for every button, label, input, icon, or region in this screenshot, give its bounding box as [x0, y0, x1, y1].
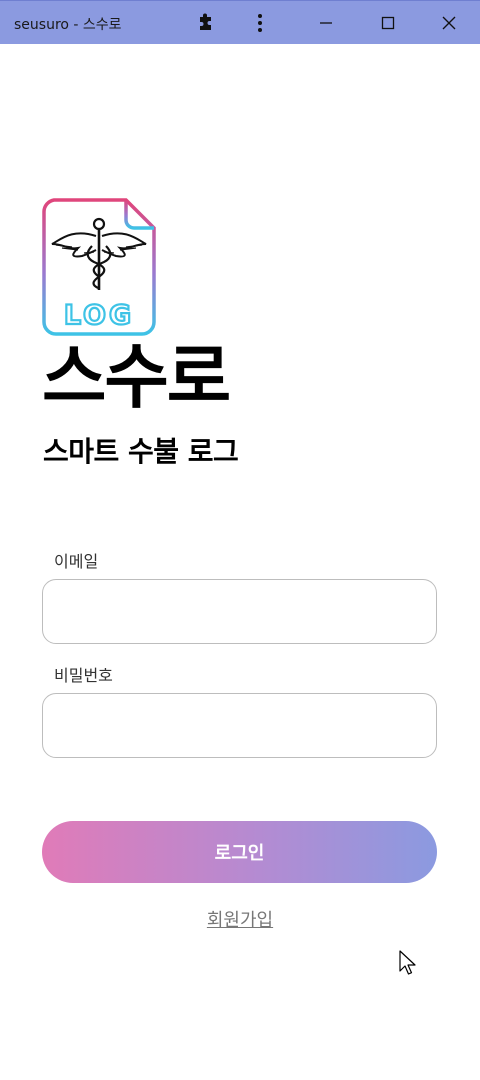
email-field[interactable]: [42, 579, 437, 644]
login-page: LOG 스수로 스마트 수불 로그 이메일 비밀번호 로그인 회원가입: [0, 44, 480, 1080]
login-button[interactable]: 로그인: [42, 821, 437, 883]
mouse-cursor-icon: [399, 950, 416, 975]
close-button[interactable]: [429, 1, 469, 45]
password-label: 비밀번호: [54, 666, 113, 685]
caduceus-log-icon: LOG: [42, 198, 156, 336]
email-label: 이메일: [54, 552, 99, 571]
extensions-button[interactable]: [186, 1, 226, 45]
close-icon: [442, 16, 456, 30]
window-title: seusuro - 스수로: [14, 17, 122, 33]
menu-button[interactable]: [240, 1, 280, 45]
password-field[interactable]: [42, 693, 437, 758]
maximize-button[interactable]: [368, 1, 408, 45]
app-subtitle: 스마트 수불 로그: [43, 435, 239, 468]
svg-text:LOG: LOG: [64, 300, 134, 331]
minimize-button[interactable]: [306, 1, 346, 45]
puzzle-icon: [200, 13, 211, 30]
signup-link[interactable]: 회원가입: [0, 906, 480, 932]
minimize-icon: [320, 22, 332, 24]
more-vertical-icon: [258, 14, 262, 32]
app-title: 스수로: [42, 336, 231, 418]
window-titlebar: seusuro - 스수로: [0, 0, 480, 44]
maximize-icon: [381, 16, 395, 30]
